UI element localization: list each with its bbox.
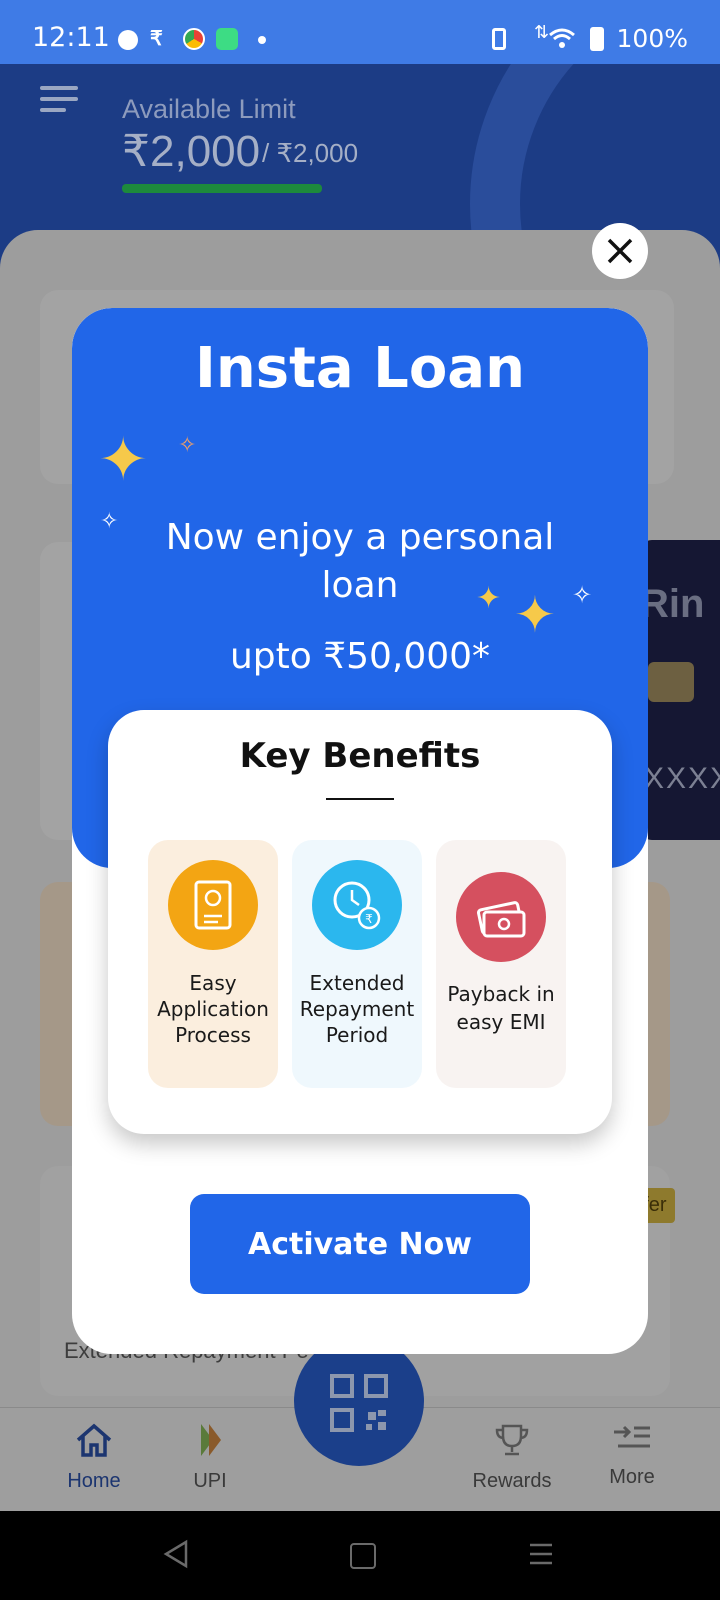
available-limit-label: Available Limit [122, 94, 296, 124]
limit-progress-bar [122, 184, 322, 193]
modal-title: Insta Loan [195, 336, 525, 401]
card-chip [648, 662, 694, 702]
sparkle-icon: ✦ [514, 587, 556, 643]
rupee-notification-icon: ₹ [150, 28, 163, 50]
data-arrows-icon: ⇅ [534, 22, 550, 42]
document-user-icon [168, 860, 258, 950]
wifi-icon [549, 28, 575, 48]
app-notification-icon [118, 30, 138, 50]
nav-upi-label: UPI [193, 1470, 227, 1492]
nav-more[interactable]: More [582, 1422, 682, 1489]
home-icon [76, 1423, 112, 1457]
battery-icon [590, 27, 604, 51]
recents-icon[interactable] [528, 1541, 554, 1567]
vibrate-icon [492, 28, 506, 50]
system-nav-bar [0, 1511, 720, 1600]
cash-notes-icon [456, 872, 546, 962]
chrome-icon [183, 28, 205, 50]
notification-dot-icon [258, 36, 266, 44]
back-icon[interactable] [162, 1539, 190, 1569]
qr-scan-button[interactable] [294, 1336, 424, 1466]
trophy-icon [495, 1424, 529, 1456]
sparkle-icon: ✦ [476, 582, 502, 615]
sparkle-icon: ✧ [100, 508, 119, 533]
nav-home[interactable]: Home [44, 1422, 144, 1493]
sparkle-icon: ✦ [98, 426, 149, 493]
title-underline [326, 798, 394, 800]
clock-coins-icon: ₹ [312, 860, 402, 950]
battery-percentage: 100% [616, 24, 688, 53]
qr-code-icon [330, 1374, 388, 1432]
loan-amount: upto ₹50,000* [229, 636, 491, 677]
upi-icon [201, 1424, 221, 1456]
menu-icon[interactable] [0, 64, 100, 144]
status-time: 12:11 [32, 22, 110, 53]
nav-rewards[interactable]: Rewards [462, 1422, 562, 1493]
benefit-extended-repayment: ₹ Extended Repayment Period [292, 840, 422, 1088]
activate-now-button[interactable]: Activate Now [190, 1194, 530, 1294]
svg-text:₹: ₹ [365, 912, 373, 926]
total-limit-value: / ₹2,000 [262, 138, 359, 168]
card-brand-partial: Rin [640, 582, 705, 626]
benefit-easy-emi: Payback in easy EMI [436, 840, 566, 1088]
card-number-partial: XXXX [644, 762, 720, 795]
nav-upi[interactable]: UPI [160, 1422, 260, 1493]
sparkle-icon: ✧ [178, 432, 197, 457]
sparkle-icon: ✧ [572, 582, 593, 609]
benefit-label: Extended Repayment Period [299, 971, 415, 1047]
home-square-icon[interactable] [350, 1543, 376, 1569]
close-modal-button[interactable] [592, 223, 648, 279]
nav-home-label: Home [67, 1470, 121, 1492]
calculator-notification-icon [216, 28, 238, 50]
more-menu-icon [614, 1425, 650, 1448]
nav-more-label: More [609, 1466, 655, 1488]
benefit-label: Payback in easy EMI [447, 982, 555, 1034]
nav-rewards-label: Rewards [472, 1470, 552, 1492]
close-icon [607, 238, 633, 264]
key-benefits-card: Key Benefits Easy Application Process ₹ … [108, 710, 612, 1134]
key-benefits-title: Key Benefits [239, 736, 481, 776]
benefit-label: Easy Application Process [157, 971, 269, 1047]
available-limit-value: ₹2,000 [122, 127, 261, 176]
virtual-card: Rin XXXX [640, 540, 720, 840]
benefit-easy-application: Easy Application Process [148, 840, 278, 1088]
